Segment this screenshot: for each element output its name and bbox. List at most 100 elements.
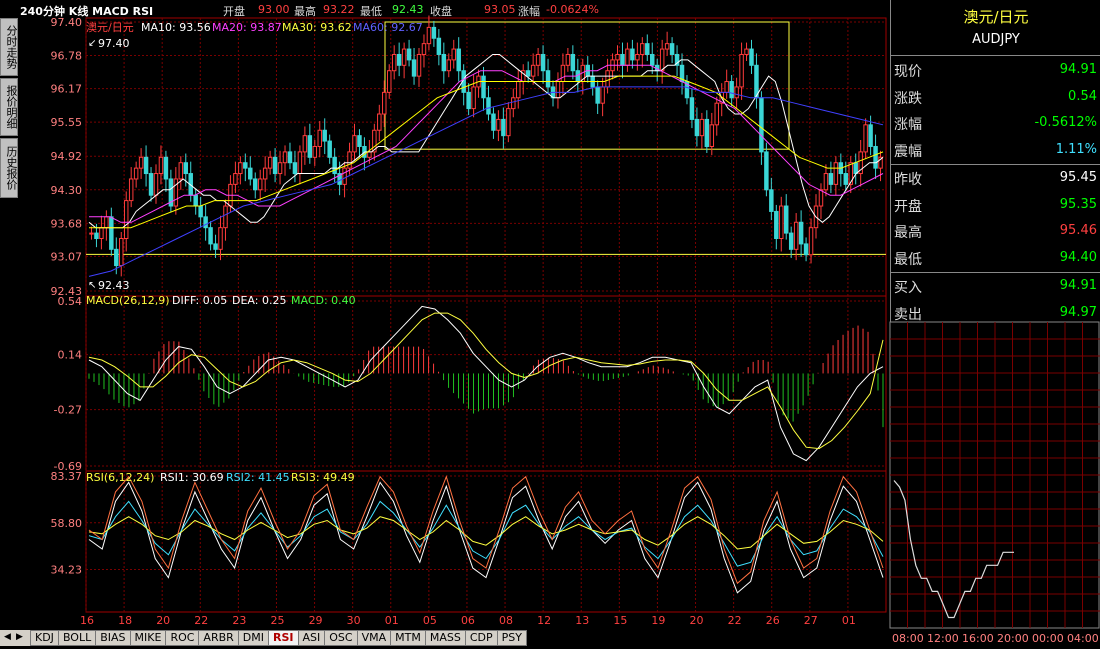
tab-asi[interactable]: ASI bbox=[297, 630, 326, 646]
candle-body bbox=[803, 243, 809, 256]
candle-body bbox=[699, 118, 705, 137]
candle-body bbox=[109, 216, 114, 250]
candle-body bbox=[565, 53, 571, 66]
candle-body bbox=[262, 167, 268, 180]
candle-body bbox=[327, 140, 332, 158]
candle-body bbox=[243, 162, 248, 169]
y-tick-label: 34.23 bbox=[51, 564, 83, 577]
candle-body bbox=[481, 75, 486, 99]
candle-body bbox=[501, 118, 506, 137]
quote-row: 震幅 1.11% bbox=[891, 137, 1100, 163]
tab-vma[interactable]: VMA bbox=[356, 630, 392, 646]
quote-row-value: 95.35 bbox=[1059, 196, 1097, 212]
tab-dmi[interactable]: DMI bbox=[237, 630, 269, 646]
rsi3-legend: RSI3: 49.49 bbox=[291, 471, 355, 484]
candle-body bbox=[650, 53, 655, 66]
x-tick-label: 20 bbox=[690, 614, 704, 627]
rsi1-legend: RSI1: 30.69 bbox=[160, 471, 224, 484]
quote-row-value: 95.46 bbox=[1059, 223, 1097, 238]
candle-body bbox=[615, 53, 620, 61]
candle-body bbox=[525, 70, 531, 77]
mini-x-tick-label: 00:00 bbox=[1032, 632, 1064, 645]
candle-body bbox=[267, 156, 273, 169]
y-tick-label: 96.17 bbox=[51, 83, 83, 96]
candle-body bbox=[292, 162, 298, 175]
candle-body bbox=[873, 145, 878, 169]
ma-line-ma30 bbox=[89, 75, 884, 229]
x-tick-label: 01 bbox=[385, 614, 399, 627]
candle-body bbox=[709, 124, 715, 147]
x-tick-label: 19 bbox=[651, 614, 665, 627]
scroll-right-icon[interactable]: ▶ bbox=[16, 632, 23, 642]
candle-body bbox=[783, 205, 789, 234]
candle-body bbox=[347, 151, 352, 169]
quote-row-label: 昨收 bbox=[894, 172, 922, 188]
x-tick-label: 06 bbox=[461, 614, 475, 627]
quote-row-label: 震幅 bbox=[894, 143, 922, 160]
tab-mass[interactable]: MASS bbox=[424, 630, 466, 646]
x-tick-label: 30 bbox=[347, 614, 361, 627]
candle-body bbox=[506, 108, 511, 137]
candle-body bbox=[396, 53, 402, 66]
price-legend-name: 澳元/日元 bbox=[86, 21, 134, 34]
candle-body bbox=[282, 151, 288, 164]
candle-body bbox=[793, 221, 799, 250]
candle-body bbox=[535, 53, 541, 66]
candle-body bbox=[724, 81, 729, 93]
x-tick-label: 25 bbox=[270, 614, 284, 627]
ma-line-ma60 bbox=[88, 86, 884, 277]
quote-row-value: 95.45 bbox=[1059, 170, 1097, 185]
candle-body bbox=[138, 156, 144, 169]
tab-boll[interactable]: BOLL bbox=[57, 630, 97, 646]
ma-line-ma10 bbox=[88, 54, 884, 229]
tab-scroll-arrows[interactable]: ◀ ▶ bbox=[0, 630, 30, 646]
tab-cdp[interactable]: CDP bbox=[464, 630, 498, 646]
x-tick-label: 16 bbox=[80, 614, 94, 627]
candle-body bbox=[386, 70, 392, 93]
tab-bias[interactable]: BIAS bbox=[95, 630, 131, 646]
candle-body bbox=[749, 48, 754, 66]
candle-body bbox=[183, 162, 189, 175]
quote-row-label: 开盘 bbox=[894, 198, 922, 215]
quote-row-value: 94.91 bbox=[1059, 278, 1097, 293]
macd-diff-legend: DIFF: 0.05 bbox=[172, 294, 227, 307]
mini-x-tick-label: 04:00 bbox=[1067, 632, 1099, 645]
ma60-legend: MA60: 92.67 bbox=[353, 21, 423, 34]
candle-body bbox=[516, 81, 521, 99]
tab-roc[interactable]: ROC bbox=[165, 630, 200, 646]
y-tick-label: 93.68 bbox=[51, 217, 83, 230]
tab-osc[interactable]: OSC bbox=[324, 630, 358, 646]
tab-kdj[interactable]: KDJ bbox=[30, 630, 59, 646]
candle-body bbox=[218, 227, 223, 250]
candle-body bbox=[640, 43, 645, 55]
candle-body bbox=[431, 26, 437, 39]
tab-psy[interactable]: PSY bbox=[496, 630, 527, 646]
candle-body bbox=[342, 167, 347, 185]
mini-x-tick-label: 12:00 bbox=[927, 632, 959, 645]
candle-body bbox=[759, 97, 764, 153]
y-tick-label: 0.14 bbox=[58, 349, 83, 362]
candle-body bbox=[213, 243, 218, 250]
candle-body bbox=[739, 53, 744, 88]
candle-body bbox=[322, 129, 327, 142]
quote-row-value: 1.11% bbox=[1055, 141, 1097, 157]
candle-body bbox=[401, 48, 407, 66]
tab-mike[interactable]: MIKE bbox=[129, 630, 167, 646]
quote-row: 昨收 95.45 bbox=[891, 165, 1100, 191]
candle-body bbox=[123, 200, 129, 239]
x-tick-label: 27 bbox=[804, 614, 818, 627]
y-tick-label: 94.30 bbox=[51, 184, 83, 197]
tab-rsi[interactable]: RSI bbox=[268, 630, 299, 646]
tab-mtm[interactable]: MTM bbox=[390, 630, 426, 646]
tab-arbr[interactable]: ARBR bbox=[198, 630, 239, 646]
candle-body bbox=[540, 53, 546, 72]
y-tick-label: -0.27 bbox=[54, 404, 82, 417]
candle-body bbox=[426, 26, 432, 45]
candle-body bbox=[704, 118, 710, 147]
quote-row: 开盘 95.35 bbox=[891, 192, 1100, 218]
candle-body bbox=[158, 156, 164, 175]
scroll-left-icon[interactable]: ◀ bbox=[4, 632, 11, 642]
macd-dea-legend: DEA: 0.25 bbox=[232, 294, 286, 307]
candle-body bbox=[729, 81, 734, 99]
candle-body bbox=[560, 64, 566, 83]
